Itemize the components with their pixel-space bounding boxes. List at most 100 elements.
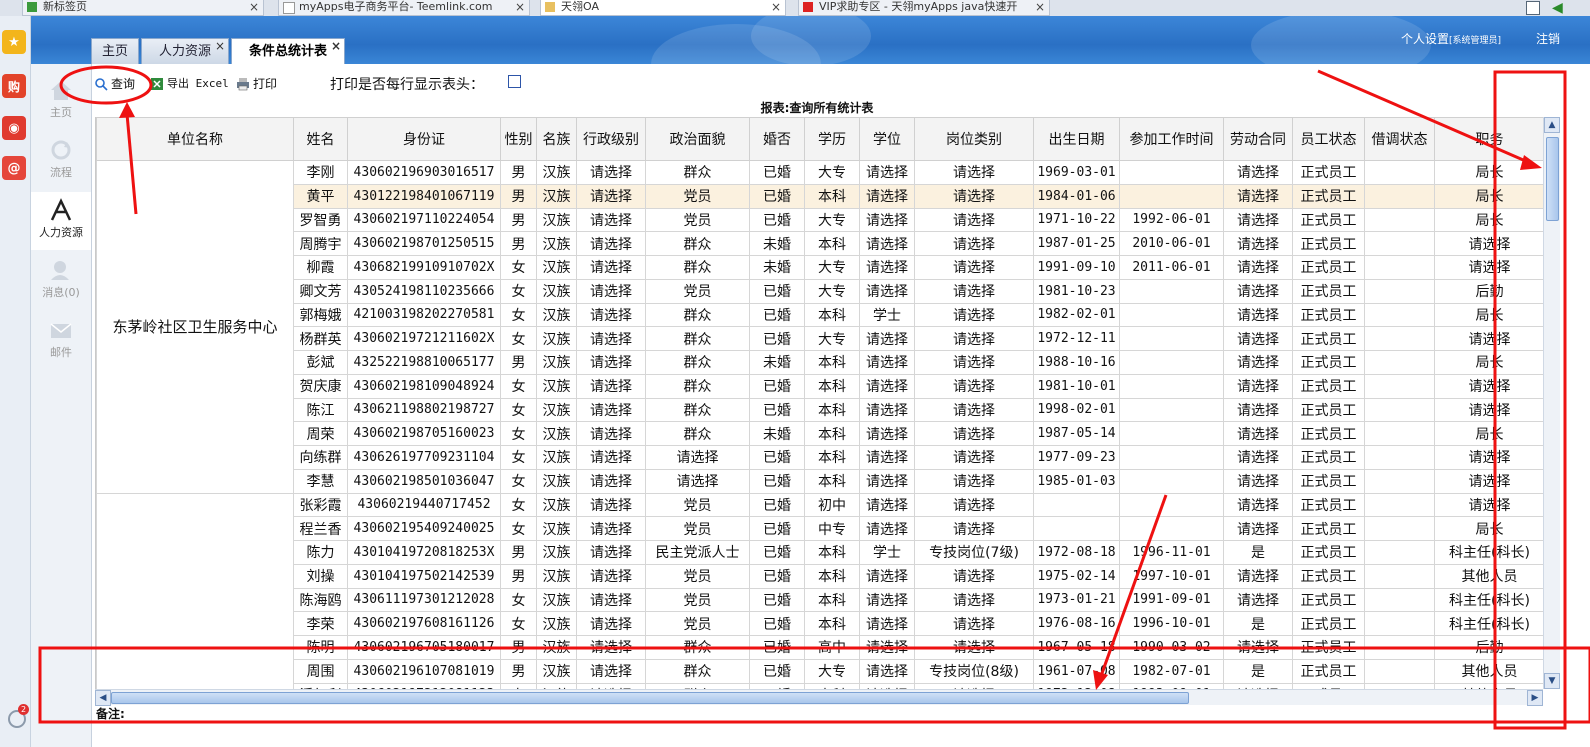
- vertical-scroll-thumb[interactable]: [1546, 137, 1559, 221]
- table-cell: 430104197502142539: [347, 563, 501, 589]
- table-row[interactable]: 东茅岭社区卫生服务中心 李刚 430602196903016517 男汉族 请选择 群众已…: [96, 160, 1544, 494]
- table-cell: 请选择: [914, 635, 1034, 660]
- browser-tab-vip[interactable]: VIP求助专区 - 天翎myApps java快速开 ×: [798, 0, 1050, 16]
- table-row[interactable]: 陈海鸥 430611197301212028 女汉族 请选择 党员 已婚 本科 请选择 请选择 1…: [97, 587, 1544, 613]
- nav-home[interactable]: 主页: [31, 72, 91, 130]
- table-row[interactable]: 贺庆康 430602198109048924 女汉族 请选择 群众 已婚 本科 请选择 请选择 1…: [97, 373, 1544, 399]
- table-row[interactable]: 黄平 430122198401067119 男汉族 请选择 党员 已婚 本科 请选择 请选择 19…: [97, 183, 1544, 209]
- nav-messages[interactable]: 消息(0): [31, 252, 91, 310]
- table-cell: 局长: [1434, 350, 1544, 375]
- table-row[interactable]: 李荣 430602197608161126 女汉族 请选择 党员 已婚 本科 请选择 请选择 19…: [97, 611, 1544, 636]
- tab-hr[interactable]: 人力资源 ×: [141, 38, 229, 64]
- home-icon[interactable]: [1526, 1, 1540, 15]
- print-header-checkbox[interactable]: [508, 75, 521, 88]
- table-cell: 请选择: [1434, 373, 1544, 399]
- browser-tab-oa[interactable]: 天翎OA ×: [540, 0, 786, 16]
- table-cell: 已婚: [749, 658, 805, 684]
- table-cell: 430602198705160023: [347, 421, 501, 446]
- export-excel-button[interactable]: 导出 Excel: [150, 75, 229, 93]
- nav-workflow[interactable]: 流程: [31, 132, 91, 190]
- table-row[interactable]: 周腾宇 430602198701250515 男汉族 请选择 群众 未婚 本科 请选择 请选择 1…: [97, 231, 1544, 256]
- favorites-star-icon[interactable]: ★: [2, 30, 26, 54]
- table-row[interactable]: 郭梅娥 421003198202270581 女汉族 请选择 群众 已婚 本科 学士 请选择 19…: [97, 302, 1544, 328]
- table-cell: 请选择: [1434, 326, 1544, 351]
- table-cell: 请选择: [1434, 397, 1544, 423]
- table-cell: 正式员工: [1292, 255, 1365, 280]
- table-row[interactable]: 程兰香 430602195409240025 女汉族 请选择 党员 已婚 中专 请选择 请选择请…: [97, 516, 1544, 541]
- table-row[interactable]: 罗智勇 430602197110224054 男汉族 请选择 党员 已婚 大专 请选择 请选择 1…: [97, 207, 1544, 233]
- back-arrow-icon[interactable]: ◀: [1552, 0, 1563, 16]
- table-cell: 1996-10-01: [1119, 611, 1224, 636]
- table-cell: 彭斌: [293, 350, 348, 375]
- table-cell: 学士: [859, 302, 915, 328]
- close-icon[interactable]: ×: [515, 0, 525, 14]
- close-icon[interactable]: ×: [771, 0, 781, 14]
- scroll-down-arrow-icon[interactable]: ▼: [1544, 673, 1560, 689]
- email-at-icon[interactable]: @: [2, 156, 26, 180]
- close-tab-icon[interactable]: ×: [331, 33, 341, 59]
- table-cell: [1364, 255, 1435, 280]
- logout-link[interactable]: 注销: [1536, 30, 1560, 47]
- table-row[interactable]: 李慧 430602198501036047 女汉族 请选择 请选择 已婚 本科 请选择 请选择 1…: [97, 468, 1544, 494]
- nav-mail[interactable]: 邮件: [31, 312, 91, 370]
- close-icon[interactable]: ×: [1035, 0, 1045, 14]
- tab-home[interactable]: 主页: [91, 38, 139, 64]
- table-row[interactable]: 陈明 430602196705180017 男汉族 请选择 群众 已婚 高中 请选择 请选择 19…: [97, 635, 1544, 660]
- scroll-up-arrow-icon[interactable]: ▲: [1544, 117, 1560, 133]
- scroll-left-arrow-icon[interactable]: ◀: [95, 690, 111, 706]
- nav-hr[interactable]: 人力资源: [31, 192, 91, 250]
- table-cell: 请选择: [576, 278, 646, 304]
- table-cell: 陈海鸥: [293, 587, 348, 613]
- table-cell: 请选择: [576, 563, 646, 589]
- shopping-icon[interactable]: 购: [2, 74, 26, 98]
- horizontal-scroll-thumb[interactable]: [111, 692, 1189, 704]
- table-cell: 党员: [645, 563, 750, 589]
- table-cell: 请选择: [1223, 373, 1293, 399]
- table-row[interactable]: 柳霞 43068219910910702X 女汉族 请选择 群众 未婚 大专 请选择 请选择 19…: [97, 255, 1544, 280]
- table-cell: 汉族: [536, 516, 577, 541]
- horizontal-scrollbar[interactable]: ◀ ▶: [95, 689, 1543, 706]
- table-cell: 请选择: [914, 183, 1034, 209]
- table-cell: 汉族: [536, 350, 577, 375]
- table-row[interactable]: 卿文芳 430524198110235666 女汉族 请选择 党员 已婚 大专 请选择 请选择 1…: [97, 278, 1544, 304]
- user-settings-link[interactable]: 个人设置[系统管理员]: [1401, 30, 1501, 47]
- table-cell: [1364, 611, 1435, 636]
- table-cell: [1119, 326, 1224, 351]
- weibo-icon[interactable]: ◉: [2, 116, 26, 140]
- table-row[interactable]: 陈江 430621198802198727 女汉族 请选择 群众 已婚 本科 请选择 请选择 19…: [97, 397, 1544, 423]
- browser-tab-myapps[interactable]: myApps电子商务平台- Teemlink.com ×: [278, 0, 530, 16]
- table-cell: 1990-03-02: [1119, 635, 1224, 660]
- table-cell: 请选择: [859, 421, 915, 446]
- table-cell: 正式员工: [1292, 563, 1365, 589]
- scroll-right-arrow-icon[interactable]: ▶: [1527, 690, 1543, 706]
- table-cell: 局长: [1434, 183, 1544, 209]
- table-cell: [1119, 278, 1224, 304]
- table-row[interactable]: 周围 430602196107081019 男汉族 请选择 群众 已婚 大专 请选择 专技岗位(…: [97, 658, 1544, 684]
- close-icon[interactable]: ×: [249, 0, 259, 14]
- column-header: 岗位类别: [914, 117, 1034, 161]
- table-cell: 是: [1223, 611, 1293, 636]
- table-cell: 郭梅娥: [293, 302, 348, 328]
- table-cell: 1977-09-23: [1033, 445, 1120, 470]
- column-header: 婚否: [749, 117, 805, 161]
- vertical-scrollbar[interactable]: ▲ ▼: [1543, 117, 1560, 689]
- table-row[interactable]: 彭斌 432522198810065177 男汉族 请选择 群众 未婚 本科 请选择 请选择 19…: [97, 350, 1544, 375]
- close-tab-icon[interactable]: ×: [215, 33, 225, 59]
- tab-condition-summary[interactable]: 条件总统计表 ×: [231, 38, 345, 64]
- table-row[interactable]: 杨群英 43060219721211602X 女汉族 请选择 群众 已婚 大专 请选择 请选择 1…: [97, 326, 1544, 351]
- table-cell: 请选择: [645, 445, 750, 470]
- browser-tab-new[interactable]: 新标签页 ×: [22, 0, 264, 16]
- print-button[interactable]: 打印: [236, 75, 277, 93]
- table-cell: 请选择: [1223, 326, 1293, 351]
- query-button[interactable]: 查询: [94, 75, 135, 93]
- table-cell: 请选择: [914, 611, 1034, 636]
- hr-icon: [50, 198, 72, 221]
- table-row[interactable]: 向练群 430626197709231104 女汉族 请选择 请选择 已婚 本科 请选择 请选择…: [97, 445, 1544, 470]
- table-cell: 请选择: [1223, 231, 1293, 256]
- table-row[interactable]: 陈力 43010419720818253X 男汉族 请选择 民主党派人士 已婚 本科 学士 专技…: [97, 540, 1544, 565]
- table-row[interactable]: 周荣 430602198705160023 女汉族 请选择 群众 未婚 本科 请选择 请选择 19…: [97, 421, 1544, 446]
- table-row[interactable]: 张彩霞 43060219440717452 女汉族 请选择 党员 已婚 初中 请选择 请选择 请选…: [96, 492, 1544, 689]
- column-header: 行政级别: [576, 117, 646, 161]
- table-row[interactable]: 刘操 430104197502142539 男汉族 请选择 党员 已婚 本科 请选择 请选择 19…: [97, 563, 1544, 589]
- table-cell: 1988-10-16: [1033, 350, 1120, 375]
